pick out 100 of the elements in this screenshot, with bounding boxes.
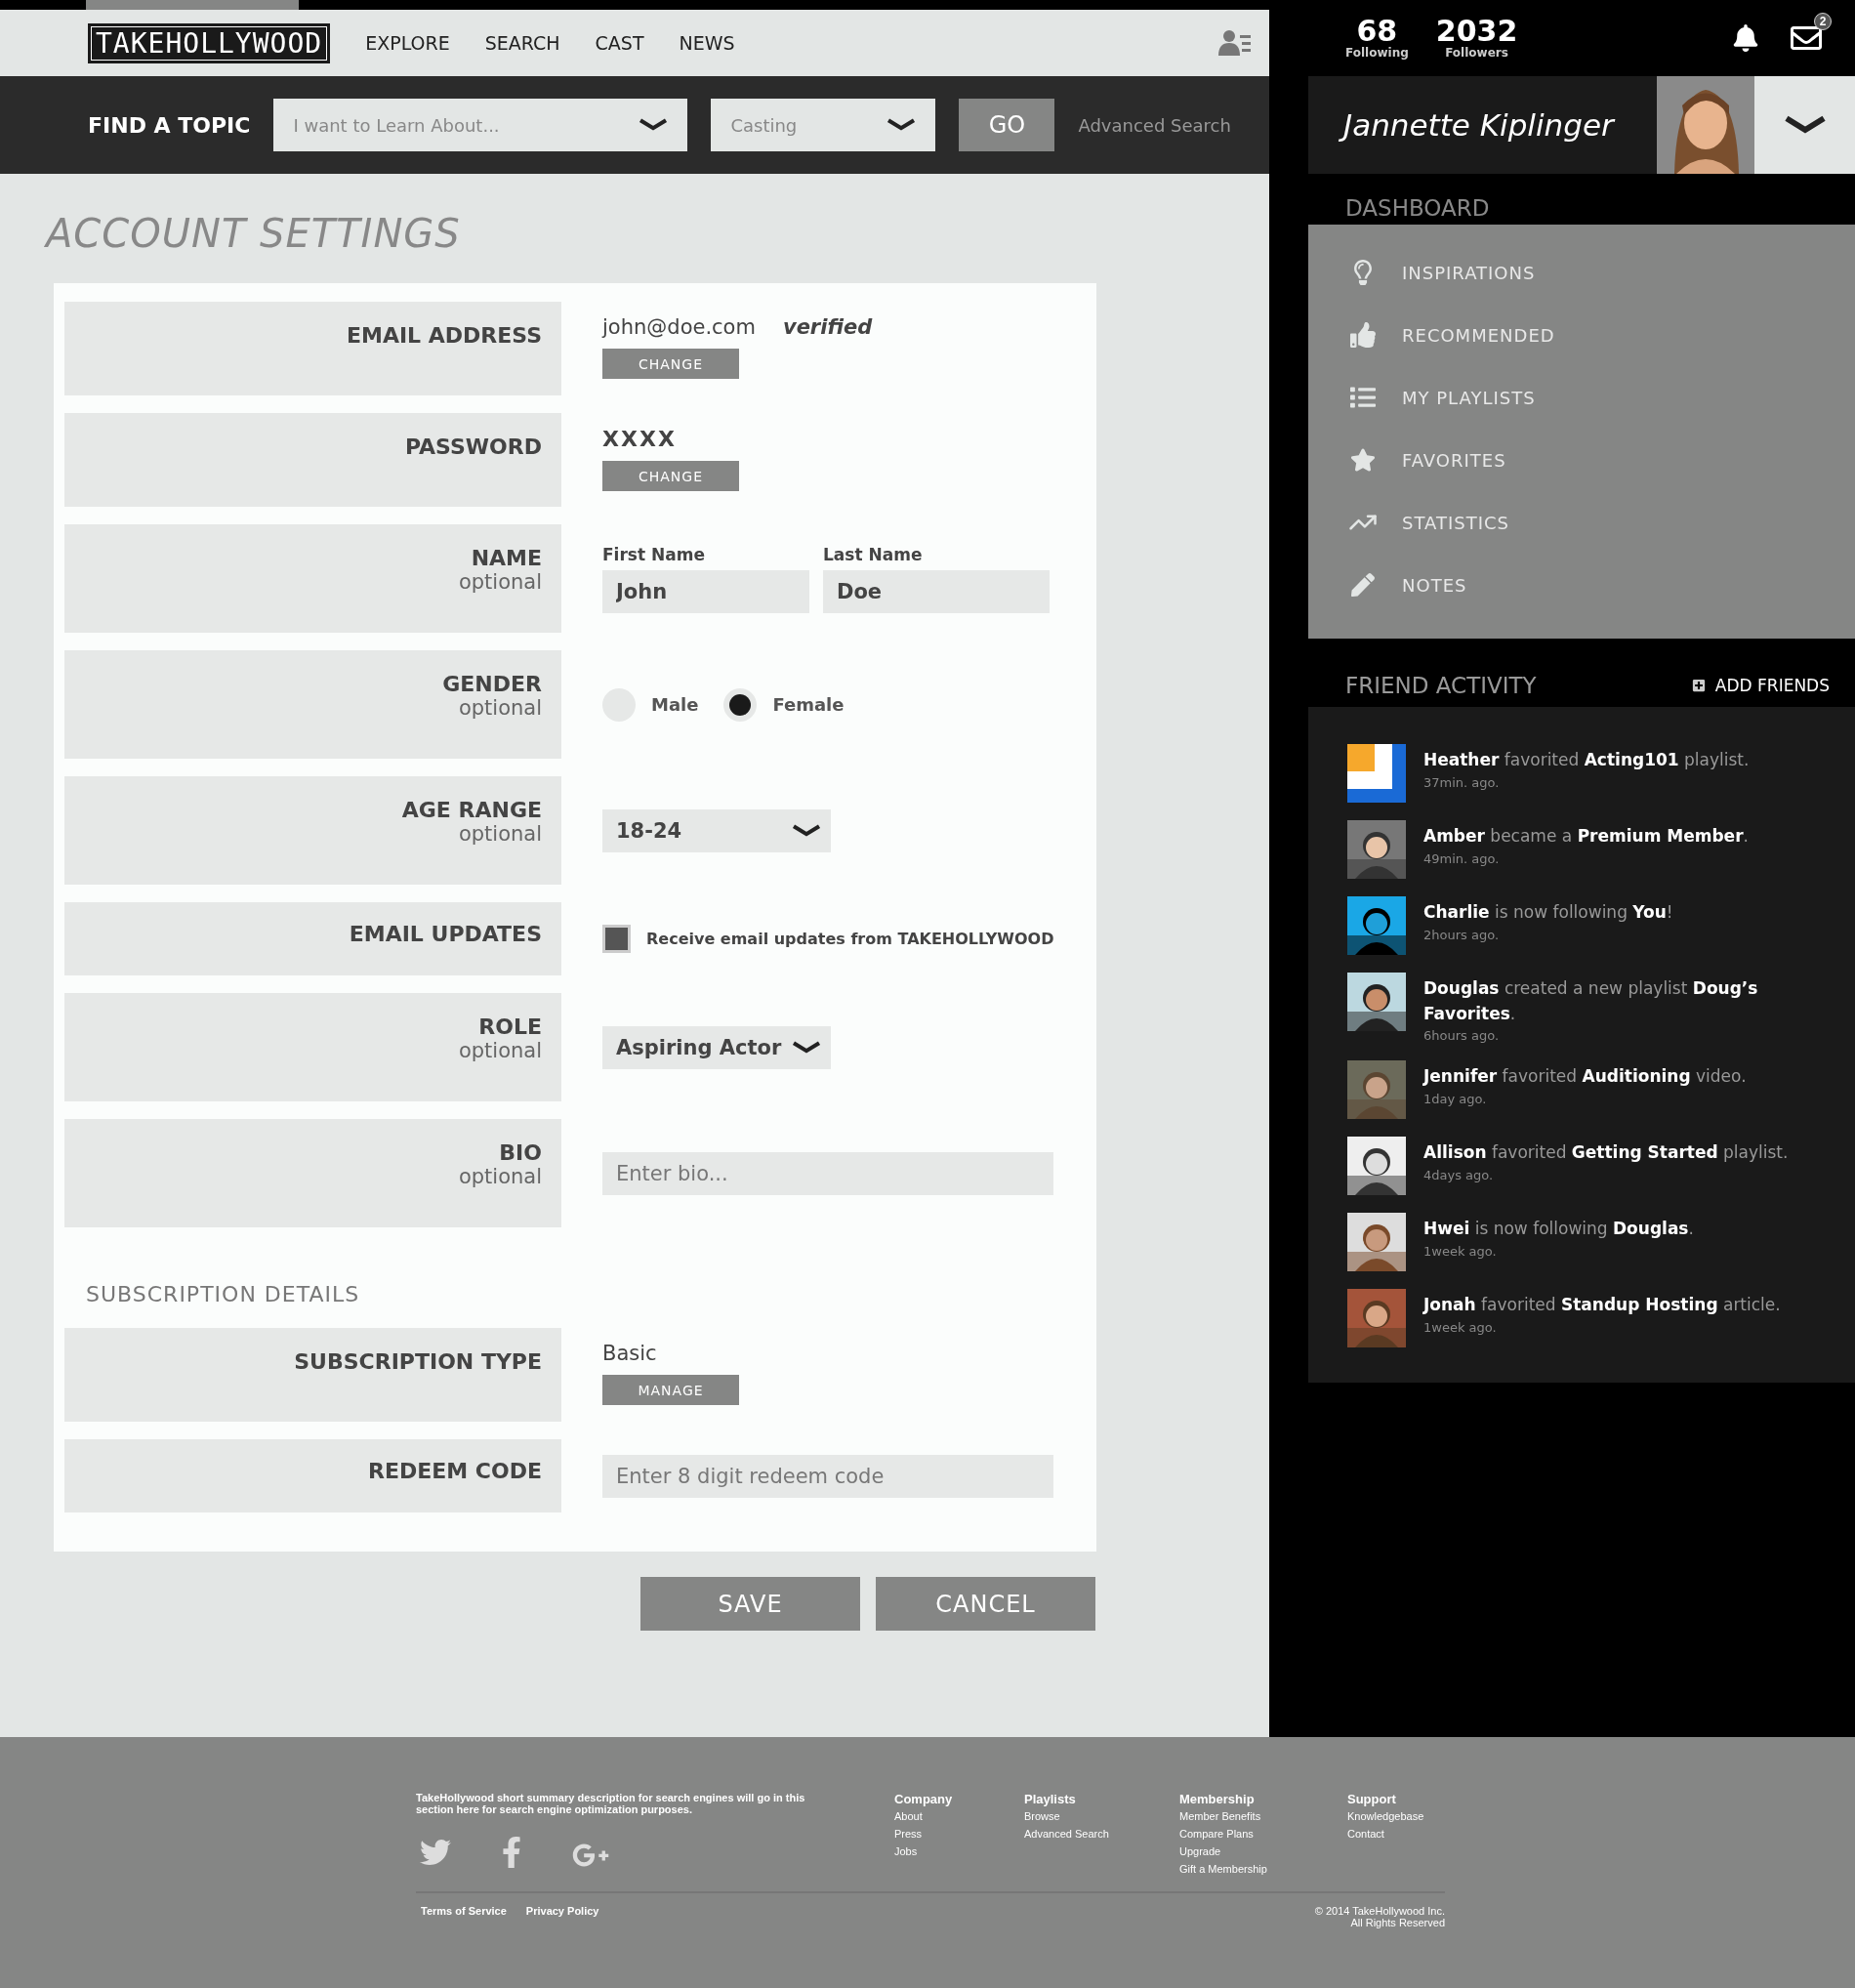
chevron-icon bbox=[792, 823, 821, 838]
checkbox-option[interactable]: Receive email updates from TAKEHOLLYWOOD bbox=[602, 925, 1086, 953]
advanced-search-link[interactable]: Advanced Search bbox=[1078, 114, 1231, 136]
logo[interactable]: TAKEHOLLYWOOD bbox=[88, 22, 331, 63]
footer-link[interactable]: Contact bbox=[1347, 1825, 1464, 1843]
text-field[interactable]: Enter 8 digit redeem code bbox=[602, 1454, 1053, 1498]
activity-time: 1week ago. bbox=[1423, 1243, 1498, 1259]
input-label: Last Name bbox=[823, 544, 924, 564]
search-title: FIND A TOPIC bbox=[88, 112, 251, 138]
activity-time: 1week ago. bbox=[1423, 1319, 1498, 1335]
topic-select[interactable]: I want to Learn About... bbox=[273, 99, 688, 151]
text-field[interactable]: Enter bio... bbox=[602, 1151, 1053, 1195]
hint-text: optional bbox=[457, 570, 542, 594]
activity-text: Douglas created a new playlist Doug’s Favorites. bbox=[1423, 977, 1759, 1025]
activity-time: 49min. ago. bbox=[1423, 850, 1501, 866]
menu-item[interactable]: RECOMMENDED bbox=[1347, 316, 1855, 353]
field-label: SUBSCRIPTION TYPE bbox=[293, 1349, 542, 1374]
menu-item[interactable]: INSPIRATIONS bbox=[1347, 254, 1855, 291]
nav-link[interactable]: NEWS bbox=[679, 32, 735, 54]
cancel-button[interactable]: CANCEL bbox=[876, 1577, 1095, 1631]
field-label: EMAIL ADDRESS bbox=[345, 323, 542, 348]
notifications-icon[interactable] bbox=[1732, 24, 1759, 52]
chevron-icon bbox=[792, 1040, 821, 1055]
plus-icon bbox=[1691, 679, 1706, 692]
footer-heading: Company bbox=[894, 1792, 954, 1806]
footer-link[interactable]: Gift a Membership bbox=[1179, 1860, 1347, 1878]
hint-text: optional bbox=[457, 696, 542, 720]
footer-link[interactable]: Privacy Policy bbox=[525, 1905, 599, 1928]
field-label: EMAIL UPDATES bbox=[348, 922, 542, 946]
field-label: ROLE bbox=[477, 1015, 542, 1039]
radio-option[interactable]: Female bbox=[723, 687, 845, 722]
field-value: XXXX bbox=[602, 427, 677, 451]
copyright-text: © 2014 TakeHollywood Inc. bbox=[1314, 1905, 1445, 1917]
activity-text: Hwei is now following Douglas. bbox=[1423, 1218, 1694, 1240]
nav-link[interactable]: CAST bbox=[595, 32, 644, 54]
save-button[interactable]: SAVE bbox=[640, 1577, 860, 1631]
footer-link[interactable]: Upgrade bbox=[1179, 1843, 1347, 1860]
section-title: FRIEND ACTIVITY bbox=[1345, 673, 1537, 698]
footer-link[interactable]: Press bbox=[894, 1825, 1024, 1843]
list-icon bbox=[1347, 385, 1379, 410]
stat-label: Following bbox=[1345, 46, 1409, 60]
hint-text: optional bbox=[457, 822, 542, 846]
footer-link[interactable]: Terms of Service bbox=[421, 1905, 507, 1928]
category-select[interactable]: Casting bbox=[711, 99, 936, 151]
activity-text: Allison favorited Getting Started playlist. bbox=[1423, 1141, 1789, 1164]
section-title: SUBSCRIPTION DETAILS bbox=[86, 1282, 361, 1306]
field-value: Basic bbox=[602, 1342, 657, 1365]
hint-text: optional bbox=[457, 1039, 542, 1062]
hint-text: optional bbox=[457, 1165, 542, 1188]
section-title: DASHBOARD bbox=[1345, 195, 1491, 221]
activity-time: 2hours ago. bbox=[1423, 927, 1501, 942]
chevron-icon bbox=[639, 118, 669, 132]
chevron-icon bbox=[886, 118, 917, 132]
nav-link[interactable]: EXPLORE bbox=[365, 32, 450, 54]
text-field[interactable]: Doe bbox=[823, 569, 1050, 613]
dropdown-select[interactable]: Aspiring Actor bbox=[602, 1025, 831, 1069]
activity-text: Jonah favorited Standup Hosting article. bbox=[1423, 1294, 1781, 1316]
change-button[interactable]: CHANGE bbox=[602, 461, 739, 491]
field-label: REDEEM CODE bbox=[367, 1459, 542, 1483]
field-label: GENDER bbox=[441, 672, 542, 696]
activity-time: 4days ago. bbox=[1423, 1167, 1495, 1182]
go-button[interactable]: GO bbox=[959, 99, 1055, 151]
menu-item[interactable]: STATISTICS bbox=[1347, 504, 1855, 541]
activity-time: 1day ago. bbox=[1423, 1091, 1488, 1106]
user-list-icon[interactable] bbox=[1218, 29, 1252, 57]
footer-description: TakeHollywood short summary description for search engines will go in this section here for search engine optimization purposes. bbox=[416, 1792, 806, 1815]
profile-name: Jannette Kiplinger bbox=[1308, 76, 1657, 174]
footer-link[interactable]: Compare Plans bbox=[1179, 1825, 1347, 1843]
footer-link[interactable]: Member Benefits bbox=[1179, 1807, 1347, 1825]
activity-time: 37min. ago. bbox=[1423, 774, 1501, 790]
add-friends-button[interactable]: ADD FRIENDS bbox=[1685, 675, 1835, 696]
menu-item[interactable]: FAVORITES bbox=[1347, 441, 1855, 478]
footer-heading: Membership bbox=[1179, 1792, 1256, 1806]
copyright-text: All Rights Reserved bbox=[1350, 1917, 1445, 1928]
activity-time: 6hours ago. bbox=[1423, 1028, 1501, 1043]
nav-link[interactable]: SEARCH bbox=[484, 32, 560, 54]
activity-text: Heather favorited Acting101 playlist. bbox=[1423, 749, 1750, 771]
activity-text: Charlie is now following You! bbox=[1423, 901, 1673, 924]
menu-item[interactable]: MY PLAYLISTS bbox=[1347, 379, 1855, 416]
field-label: BIO bbox=[498, 1140, 542, 1165]
footer-link[interactable]: Jobs bbox=[894, 1843, 1024, 1860]
dropdown-select[interactable]: 18-24 bbox=[602, 808, 831, 852]
radio-option[interactable]: Male bbox=[602, 687, 699, 722]
change-button[interactable]: MANAGE bbox=[602, 1375, 739, 1405]
field-label: PASSWORD bbox=[404, 435, 542, 459]
page-title: ACCOUNT SETTINGS bbox=[46, 211, 462, 256]
field-value: john@doe.com bbox=[602, 315, 756, 339]
footer-link[interactable]: Knowledgebase bbox=[1347, 1807, 1464, 1825]
stat-number: 68 bbox=[1356, 17, 1398, 46]
activity-text: Jennifer favorited Auditioning video. bbox=[1423, 1065, 1747, 1088]
footer-heading: Support bbox=[1347, 1792, 1397, 1806]
footer-link[interactable]: About bbox=[894, 1807, 1024, 1825]
field-label: AGE RANGE bbox=[400, 798, 542, 822]
chevron-icon bbox=[1783, 115, 1827, 135]
thumbs-up-icon bbox=[1347, 322, 1379, 348]
footer-link[interactable]: Browse bbox=[1024, 1807, 1179, 1825]
profile-menu-button[interactable] bbox=[1754, 76, 1855, 174]
footer-link[interactable]: Advanced Search bbox=[1024, 1825, 1179, 1843]
change-button[interactable]: CHANGE bbox=[602, 349, 739, 379]
menu-item[interactable]: NOTES bbox=[1347, 566, 1855, 603]
